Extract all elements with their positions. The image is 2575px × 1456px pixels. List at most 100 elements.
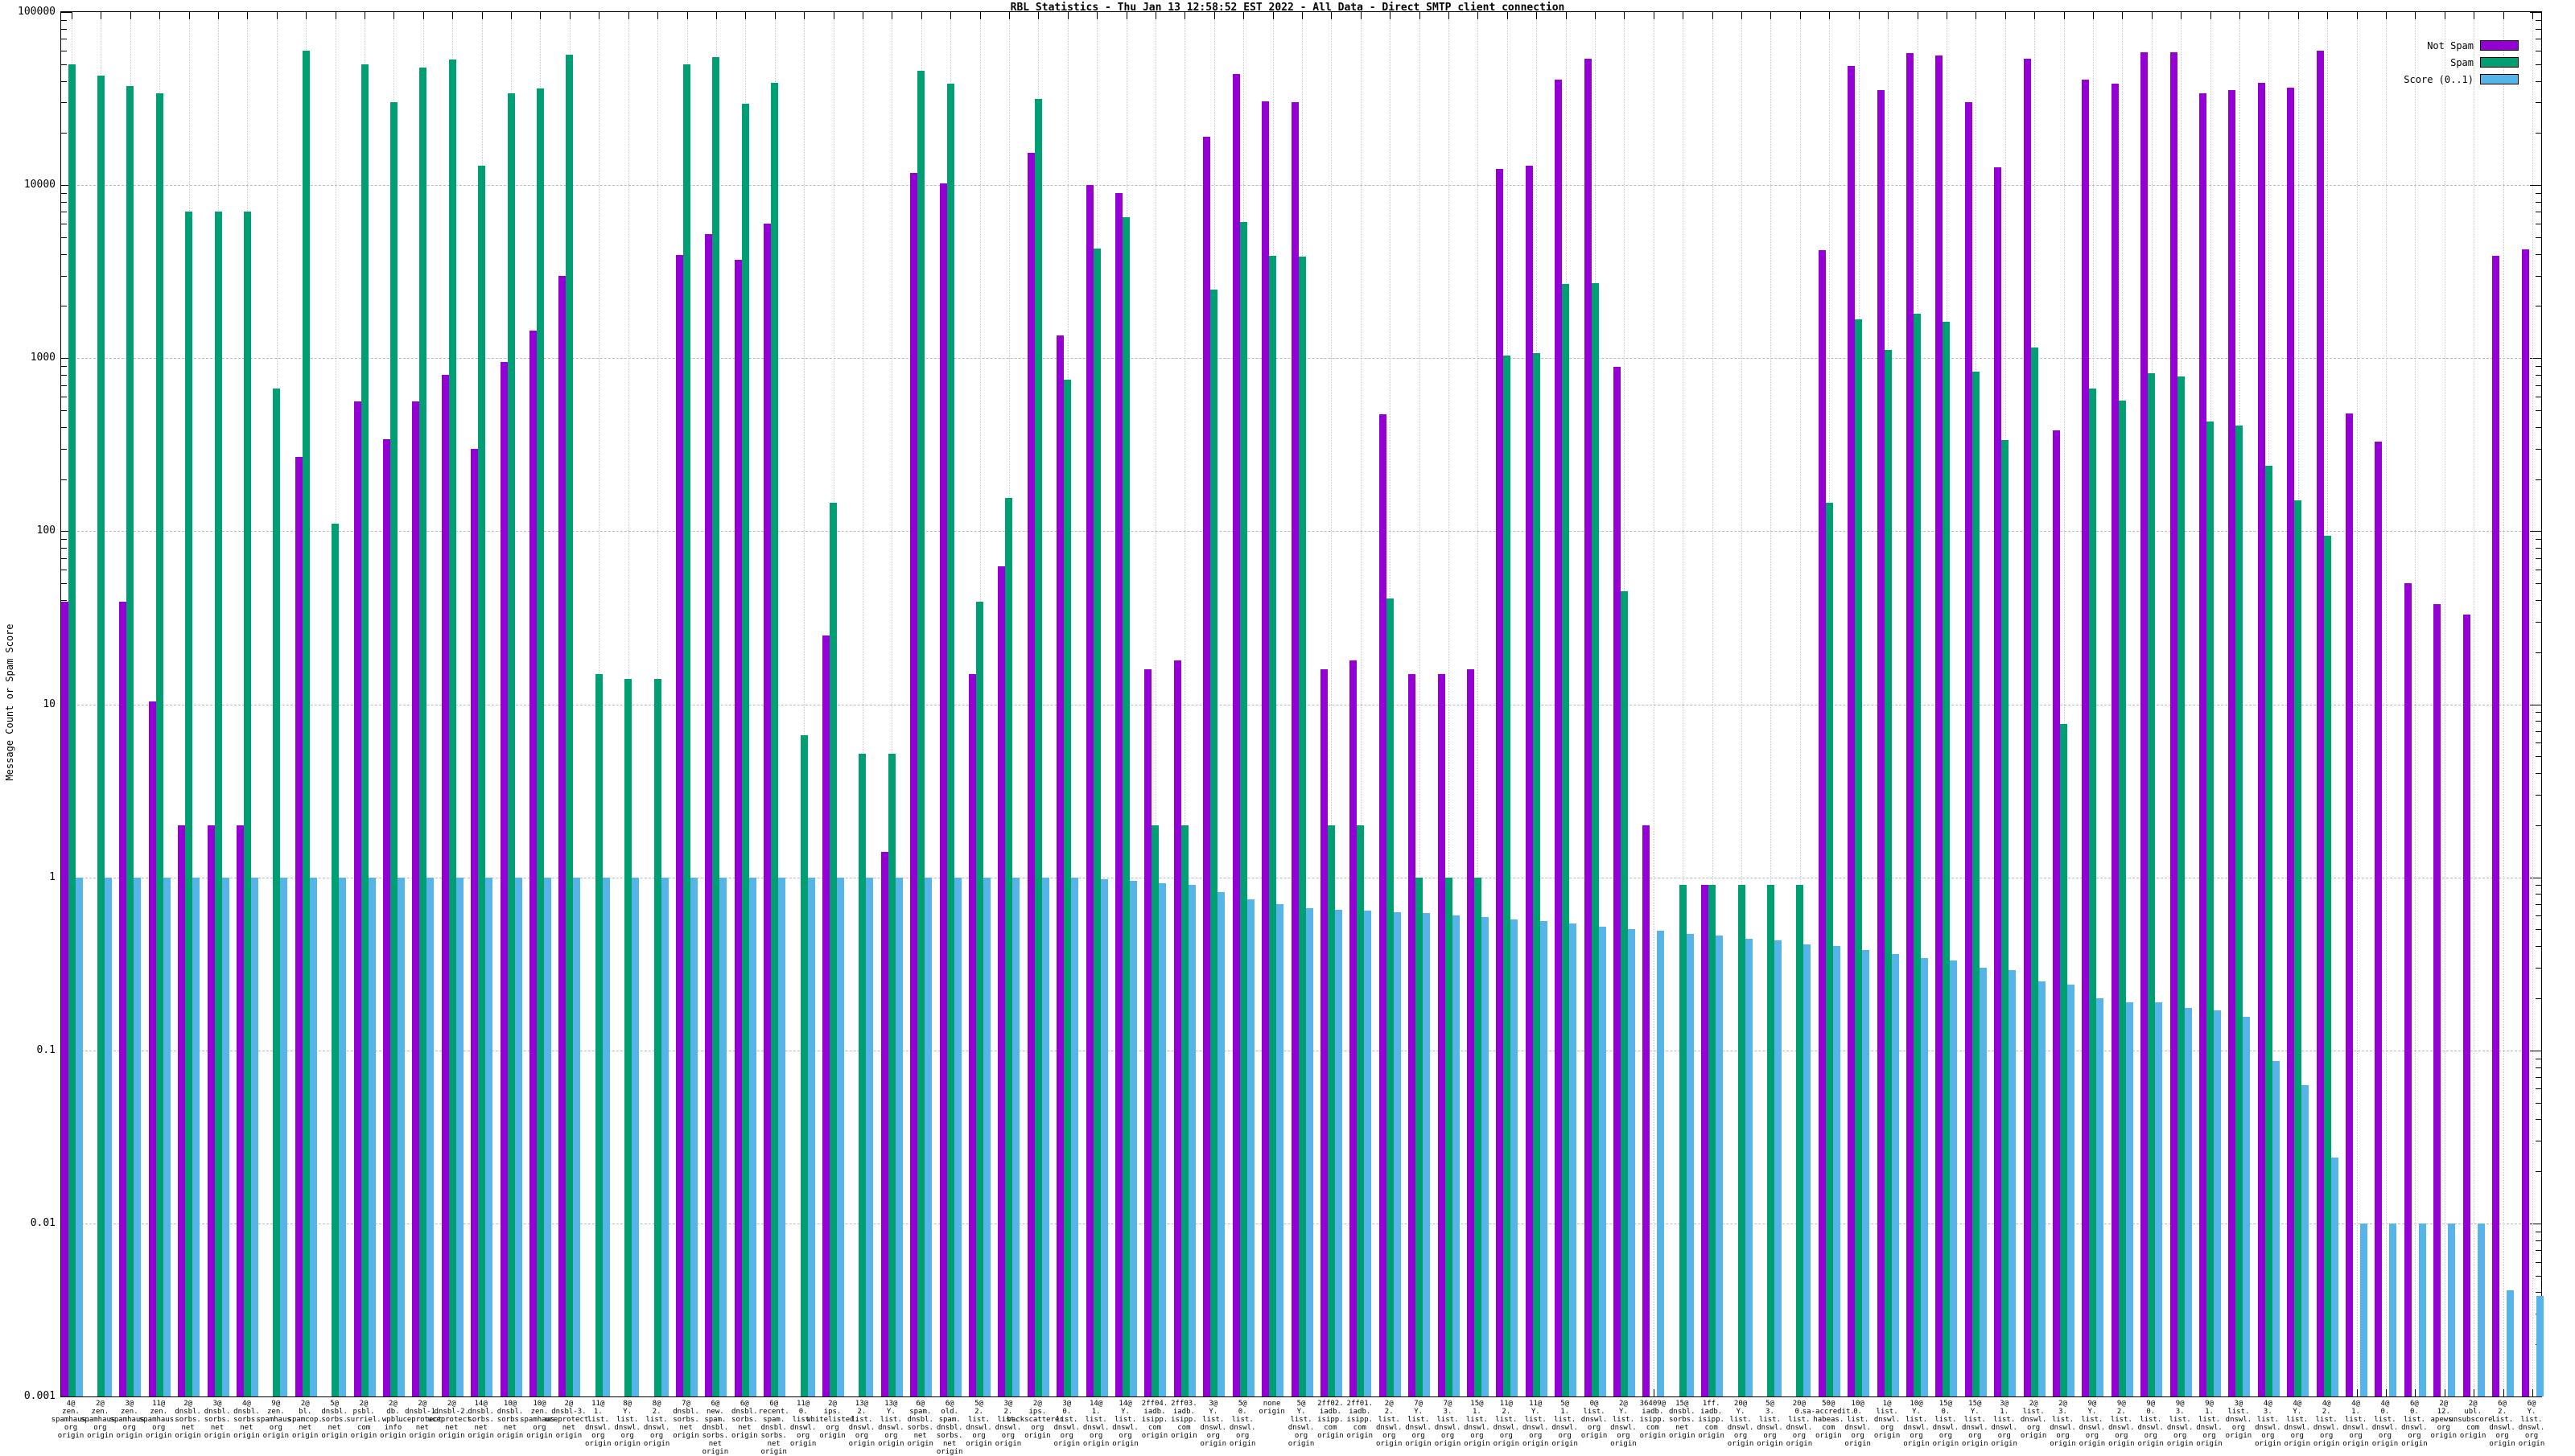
- bar-not-spam: [500, 362, 508, 1396]
- x-top-tick: [950, 12, 952, 19]
- bar-spam: [302, 50, 310, 1396]
- gridline-v: [2415, 12, 2416, 1396]
- bar-spam: [1943, 322, 1951, 1396]
- y-minor-tick: [61, 28, 67, 30]
- bar-score-0-1: [2096, 997, 2104, 1396]
- bar-spam: [536, 88, 544, 1396]
- y-minor-tick: [2536, 997, 2541, 999]
- bar-spam: [1855, 319, 1863, 1396]
- y-minor-tick: [2536, 366, 2541, 368]
- bar-not-spam: [1642, 825, 1650, 1396]
- x-top-tick: [2327, 12, 2329, 19]
- bar-score-0-1: [1393, 911, 1401, 1396]
- legend-swatch-spam: [2480, 57, 2519, 68]
- y-minor-tick: [61, 19, 67, 21]
- bar-spam: [68, 64, 76, 1396]
- bar-not-spam: [2346, 413, 2354, 1396]
- y-minor-tick: [61, 236, 67, 238]
- bar-score-0-1: [2155, 1002, 2163, 1396]
- bar-score-0-1: [1217, 892, 1226, 1396]
- legend-item-not-spam: Not Spam: [2404, 37, 2519, 54]
- bar-score-0-1: [1452, 915, 1460, 1396]
- x-top-tick: [188, 12, 190, 19]
- plot-area: [60, 11, 2544, 1397]
- x-top-tick: [686, 12, 688, 19]
- legend-swatch-score: [2480, 74, 2519, 84]
- y-minor-tick: [2536, 773, 2541, 775]
- y-major-tick: [61, 12, 72, 13]
- y-minor-tick: [2536, 192, 2541, 194]
- bar-score-0-1: [192, 877, 200, 1396]
- bar-not-spam: [2140, 52, 2149, 1396]
- bar-not-spam: [1525, 166, 1533, 1396]
- y-minor-tick: [2536, 1250, 2541, 1252]
- bar-score-0-1: [1539, 920, 1547, 1396]
- y-minor-tick: [2536, 28, 2541, 30]
- y-minor-tick: [2536, 894, 2541, 895]
- bar-spam: [1825, 503, 1833, 1396]
- y-minor-tick: [2536, 236, 2541, 238]
- bar-spam: [1620, 590, 1628, 1396]
- bar-spam: [566, 54, 574, 1396]
- bar-spam: [419, 67, 427, 1396]
- y-minor-tick: [61, 366, 67, 368]
- bar-spam: [683, 64, 690, 1396]
- bar-spam: [1386, 598, 1394, 1396]
- bar-score-0-1: [1657, 931, 1665, 1396]
- y-minor-tick: [2536, 1119, 2541, 1121]
- bar-not-spam: [2053, 430, 2061, 1396]
- bar-not-spam: [471, 448, 479, 1396]
- bar-not-spam: [2462, 614, 2470, 1396]
- bar-spam: [1327, 825, 1335, 1396]
- x-top-tick: [540, 12, 542, 19]
- x-top-tick: [1331, 12, 1333, 19]
- bar-spam: [2235, 426, 2243, 1396]
- bar-not-spam: [1935, 56, 1943, 1396]
- rbl-statistics-chart: { "title": "RBL Statistics - Thu Jan 13 …: [0, 0, 2575, 1456]
- bar-score-0-1: [134, 877, 142, 1396]
- x-top-tick: [1712, 12, 1713, 19]
- y-minor-tick: [2536, 1261, 2541, 1263]
- bar-not-spam: [148, 701, 156, 1396]
- bar-not-spam: [2111, 84, 2119, 1396]
- x-top-tick: [2297, 12, 2299, 19]
- y-minor-tick: [61, 410, 67, 411]
- y-minor-tick: [61, 102, 67, 104]
- legend-label: Score (0..1): [2404, 73, 2474, 85]
- x-top-tick: [2356, 12, 2358, 19]
- x-top-tick: [1097, 12, 1098, 19]
- x-top-tick: [2034, 12, 2036, 19]
- bar-score-0-1: [397, 877, 405, 1396]
- bar-score-0-1: [2477, 1223, 2485, 1396]
- x-top-tick: [2122, 12, 2124, 19]
- y-minor-tick: [61, 80, 67, 82]
- bar-score-0-1: [309, 877, 317, 1396]
- x-bottom-tick: [2532, 1389, 2533, 1396]
- bar-not-spam: [2257, 82, 2265, 1396]
- bar-spam: [2264, 466, 2272, 1396]
- bar-score-0-1: [339, 877, 347, 1396]
- y-minor-tick: [2536, 1292, 2541, 1294]
- bar-spam: [273, 388, 281, 1396]
- bar-not-spam: [969, 673, 977, 1396]
- y-minor-tick: [2536, 479, 2541, 480]
- x-top-tick: [1506, 12, 1508, 19]
- y-minor-tick: [2536, 903, 2541, 905]
- bar-spam: [1591, 283, 1599, 1396]
- y-minor-tick: [2536, 548, 2541, 549]
- bar-score-0-1: [1891, 954, 1899, 1396]
- bar-spam: [1473, 877, 1481, 1396]
- bar-not-spam: [207, 825, 215, 1396]
- y-minor-tick: [61, 426, 67, 428]
- bar-score-0-1: [1481, 916, 1489, 1396]
- bar-not-spam: [1994, 167, 2002, 1396]
- bar-score-0-1: [1803, 944, 1811, 1396]
- bar-score-0-1: [221, 877, 229, 1396]
- bar-spam: [243, 212, 251, 1396]
- bar-score-0-1: [1627, 929, 1635, 1396]
- x-top-tick: [1243, 12, 1245, 19]
- bar-score-0-1: [1745, 939, 1753, 1396]
- bar-spam: [214, 212, 222, 1396]
- x-top-tick: [1799, 12, 1801, 19]
- bar-score-0-1: [1569, 923, 1577, 1396]
